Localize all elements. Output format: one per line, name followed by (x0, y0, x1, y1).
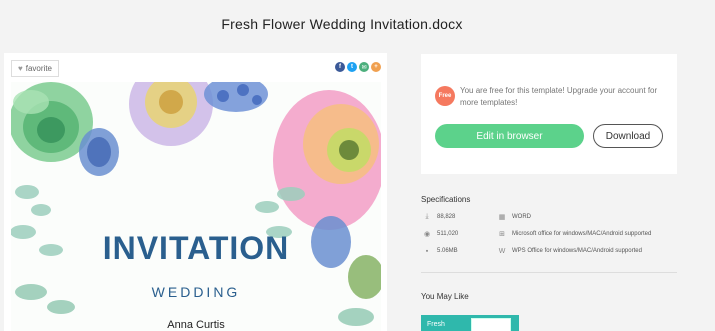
view-count-icon: ◉ (423, 231, 431, 238)
spec-wps-support: W WPS Office for windows/MAC/Android sup… (498, 247, 642, 255)
twitter-icon[interactable]: t (347, 62, 357, 72)
template-preview-card: ♥ favorite f t ✉ + INVITATION WEDDING An… (4, 53, 387, 331)
invitation-name: Anna Curtis (167, 319, 225, 331)
free-message: You are free for this template! Upgrade … (460, 86, 658, 107)
favorite-button[interactable]: ♥ favorite (11, 60, 59, 77)
spec-text: 511,020 (437, 231, 459, 237)
you-may-like-title: You May Like (421, 292, 469, 301)
spec-downloads: ⤓ 88,828 (423, 213, 455, 221)
page-title: Fresh Flower Wedding Invitation.docx (221, 16, 463, 32)
pink-flower-illustration (273, 90, 381, 230)
spec-text: 88,828 (437, 214, 456, 220)
download-count-icon: ⤓ (425, 213, 429, 220)
email-icon[interactable]: ✉ (359, 62, 369, 72)
invitation-heading: INVITATION (102, 230, 290, 266)
share-buttons: f t ✉ + (335, 62, 381, 72)
document-preview[interactable]: INVITATION WEDDING Anna Curtis (11, 82, 381, 331)
file-size-icon: ▪ (425, 247, 429, 255)
download-action-card: Free You are free for this template! Upg… (421, 54, 677, 174)
spec-format: ▦ WORD (498, 213, 531, 221)
purple-flower-illustration (129, 82, 213, 146)
section-divider (421, 272, 677, 273)
windows-icon: ⊞ (499, 231, 505, 238)
recommended-template-label: Fresh (427, 321, 445, 328)
spec-text: 5.06MB (437, 248, 458, 254)
free-badge: Free (435, 86, 455, 106)
spec-office-support: ⊞ Microsoft office for windows/MAC/Andro… (498, 230, 651, 238)
heart-icon: ♥ (18, 64, 23, 73)
share-icon[interactable]: + (371, 62, 381, 72)
wps-icon: W (498, 247, 506, 255)
spec-text: WORD (512, 214, 531, 220)
facebook-icon[interactable]: f (335, 62, 345, 72)
blue-thistle-illustration (79, 128, 119, 176)
spec-size: ▪ 5.06MB (423, 247, 458, 255)
spec-views: ◉ 511,020 (423, 230, 458, 238)
spec-text: WPS Office for windows/MAC/Android suppo… (512, 248, 642, 254)
favorite-label: favorite (25, 64, 52, 73)
spec-text: Microsoft office for windows/MAC/Android… (512, 231, 652, 237)
word-icon: ▦ (498, 214, 506, 221)
hydrangea-illustration (204, 82, 268, 112)
recommended-template-thumbnail[interactable]: Fresh (421, 315, 519, 331)
thumbnail-card (471, 318, 511, 331)
specifications-title: Specifications (421, 195, 471, 204)
edit-in-browser-button[interactable]: Edit in browser (435, 124, 584, 148)
invitation-subheading: WEDDING (151, 284, 241, 300)
download-button[interactable]: Download (593, 124, 663, 148)
